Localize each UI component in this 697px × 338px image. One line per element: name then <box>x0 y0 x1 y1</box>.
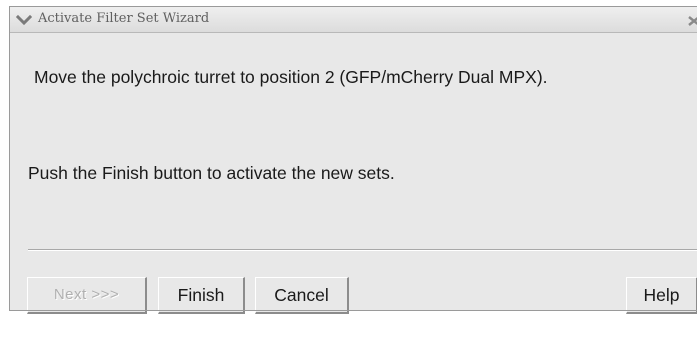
cancel-button[interactable]: Cancel <box>255 277 349 314</box>
finish-hint-text: Push the Finish button to activate the n… <box>28 163 395 183</box>
window-title: Activate Filter Set Wizard <box>38 11 210 26</box>
instruction-text: Move the polychroic turret to position 2… <box>34 67 548 87</box>
wizard-content: Move the polychroic turret to position 2… <box>10 33 697 314</box>
help-button[interactable]: Help <box>626 277 697 314</box>
window-bottom-edge <box>9 310 697 311</box>
chevron-down-icon[interactable] <box>15 12 33 26</box>
title-bar[interactable]: Activate Filter Set Wizard <box>10 7 697 33</box>
close-icon[interactable] <box>686 13 697 27</box>
wizard-window: Activate Filter Set Wizard Move the poly… <box>9 6 697 314</box>
separator <box>28 249 697 251</box>
finish-button[interactable]: Finish <box>158 277 245 314</box>
next-button[interactable]: Next >>> <box>27 277 147 314</box>
